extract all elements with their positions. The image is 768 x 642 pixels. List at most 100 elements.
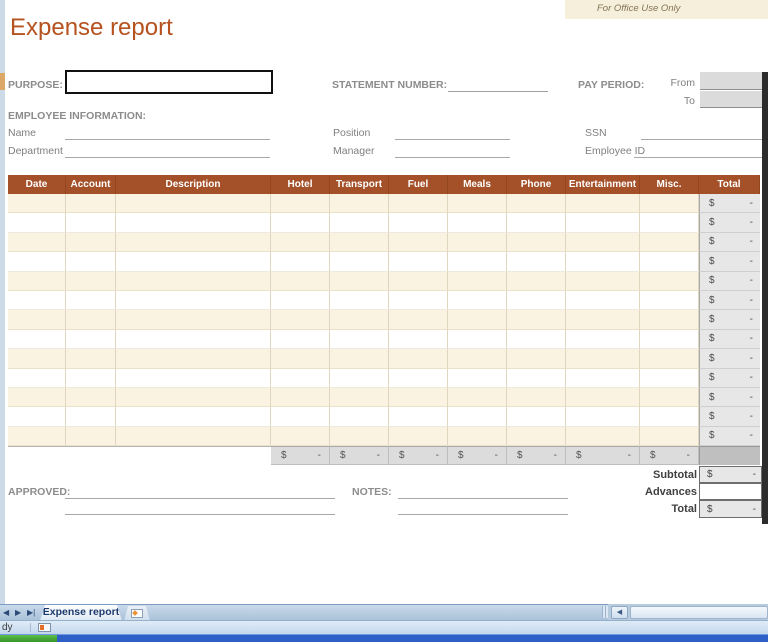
column-subtotal-cell[interactable]: $- bbox=[448, 446, 507, 465]
expense-cell[interactable] bbox=[640, 369, 699, 388]
expense-cell[interactable] bbox=[566, 349, 640, 368]
expense-cell[interactable] bbox=[507, 291, 566, 310]
purpose-input-cell[interactable] bbox=[65, 70, 273, 94]
expense-cell[interactable] bbox=[66, 233, 116, 252]
expense-cell[interactable] bbox=[330, 407, 389, 426]
employee-id-field[interactable] bbox=[634, 141, 762, 158]
expense-cell[interactable] bbox=[507, 194, 566, 213]
expense-cell[interactable] bbox=[640, 233, 699, 252]
expense-cell[interactable] bbox=[640, 310, 699, 329]
row-total-cell[interactable]: $- bbox=[699, 213, 760, 232]
row-total-cell[interactable]: $- bbox=[699, 369, 760, 388]
expense-cell[interactable] bbox=[116, 194, 271, 213]
approved-signature-line-1[interactable] bbox=[65, 482, 335, 499]
expense-cell[interactable] bbox=[66, 194, 116, 213]
expense-cell[interactable] bbox=[566, 252, 640, 271]
expense-cell[interactable] bbox=[66, 310, 116, 329]
expense-cell[interactable] bbox=[448, 213, 507, 232]
scroll-left-button[interactable]: ◀ bbox=[611, 606, 628, 619]
column-subtotal-cell[interactable]: $- bbox=[330, 446, 389, 465]
column-subtotal-cell[interactable]: $- bbox=[507, 446, 566, 465]
to-date-cell[interactable] bbox=[700, 91, 762, 108]
expense-cell[interactable] bbox=[116, 388, 271, 407]
expense-cell[interactable] bbox=[640, 272, 699, 291]
expense-cell[interactable] bbox=[271, 194, 330, 213]
expense-cell[interactable] bbox=[566, 407, 640, 426]
expense-cell[interactable] bbox=[640, 388, 699, 407]
expense-cell[interactable] bbox=[330, 369, 389, 388]
expense-cell[interactable] bbox=[330, 388, 389, 407]
expense-cell[interactable] bbox=[330, 272, 389, 291]
expense-cell[interactable] bbox=[507, 330, 566, 349]
expense-cell[interactable] bbox=[330, 233, 389, 252]
sheet-nav-last-icon[interactable]: ▶| bbox=[27, 607, 35, 619]
expense-cell[interactable] bbox=[116, 252, 271, 271]
expense-cell[interactable] bbox=[448, 194, 507, 213]
expense-cell[interactable] bbox=[389, 349, 448, 368]
expense-cell[interactable] bbox=[66, 252, 116, 271]
expense-cell[interactable] bbox=[116, 272, 271, 291]
expense-cell[interactable] bbox=[116, 291, 271, 310]
expense-cell[interactable] bbox=[566, 388, 640, 407]
expense-cell[interactable] bbox=[566, 310, 640, 329]
expense-cell[interactable] bbox=[116, 427, 271, 446]
column-subtotal-cell[interactable]: $- bbox=[566, 446, 640, 465]
expense-cell[interactable] bbox=[640, 194, 699, 213]
notes-line-2[interactable] bbox=[398, 498, 568, 515]
expense-cell[interactable] bbox=[389, 330, 448, 349]
expense-cell[interactable] bbox=[507, 233, 566, 252]
expense-cell[interactable] bbox=[8, 427, 66, 446]
expense-cell[interactable] bbox=[448, 330, 507, 349]
expense-cell[interactable] bbox=[116, 330, 271, 349]
expense-cell[interactable] bbox=[8, 349, 66, 368]
expense-cell[interactable] bbox=[271, 272, 330, 291]
macro-record-icon[interactable] bbox=[38, 623, 51, 632]
row-total-cell[interactable]: $- bbox=[699, 252, 760, 271]
expense-cell[interactable] bbox=[389, 291, 448, 310]
expense-cell[interactable] bbox=[271, 349, 330, 368]
insert-worksheet-tab[interactable] bbox=[124, 606, 150, 621]
position-field[interactable] bbox=[395, 123, 510, 140]
tab-scroll-splitter[interactable] bbox=[602, 606, 608, 618]
expense-cell[interactable] bbox=[640, 349, 699, 368]
expense-cell[interactable] bbox=[116, 213, 271, 232]
expense-cell[interactable] bbox=[271, 291, 330, 310]
column-subtotal-cell[interactable]: $- bbox=[389, 446, 448, 465]
expense-cell[interactable] bbox=[66, 349, 116, 368]
advances-value-cell[interactable] bbox=[699, 483, 762, 500]
expense-cell[interactable] bbox=[66, 213, 116, 232]
total-value-cell[interactable]: $ - bbox=[699, 500, 762, 518]
row-total-cell[interactable]: $- bbox=[699, 233, 760, 252]
expense-cell[interactable] bbox=[8, 369, 66, 388]
expense-cell[interactable] bbox=[448, 427, 507, 446]
department-field[interactable] bbox=[65, 141, 270, 158]
expense-cell[interactable] bbox=[448, 310, 507, 329]
expense-cell[interactable] bbox=[330, 291, 389, 310]
expense-cell[interactable] bbox=[566, 233, 640, 252]
expense-cell[interactable] bbox=[8, 388, 66, 407]
expense-cell[interactable] bbox=[507, 252, 566, 271]
manager-field[interactable] bbox=[395, 141, 510, 158]
expense-cell[interactable] bbox=[8, 252, 66, 271]
expense-cell[interactable] bbox=[389, 272, 448, 291]
expense-cell[interactable] bbox=[8, 291, 66, 310]
expense-cell[interactable] bbox=[507, 369, 566, 388]
expense-cell[interactable] bbox=[271, 369, 330, 388]
expense-cell[interactable] bbox=[330, 330, 389, 349]
expense-cell[interactable] bbox=[640, 213, 699, 232]
expense-cell[interactable] bbox=[566, 291, 640, 310]
expense-cell[interactable] bbox=[389, 407, 448, 426]
row-total-cell[interactable]: $- bbox=[699, 407, 760, 426]
expense-cell[interactable] bbox=[389, 427, 448, 446]
expense-cell[interactable] bbox=[507, 407, 566, 426]
expense-cell[interactable] bbox=[640, 291, 699, 310]
expense-cell[interactable] bbox=[566, 272, 640, 291]
row-total-cell[interactable]: $- bbox=[699, 194, 760, 213]
expense-cell[interactable] bbox=[330, 310, 389, 329]
expense-cell[interactable] bbox=[271, 213, 330, 232]
expense-cell[interactable] bbox=[116, 310, 271, 329]
scrollbar-thumb[interactable] bbox=[630, 606, 768, 619]
row-total-cell[interactable]: $- bbox=[699, 388, 760, 407]
expense-cell[interactable] bbox=[566, 213, 640, 232]
expense-cell[interactable] bbox=[389, 388, 448, 407]
